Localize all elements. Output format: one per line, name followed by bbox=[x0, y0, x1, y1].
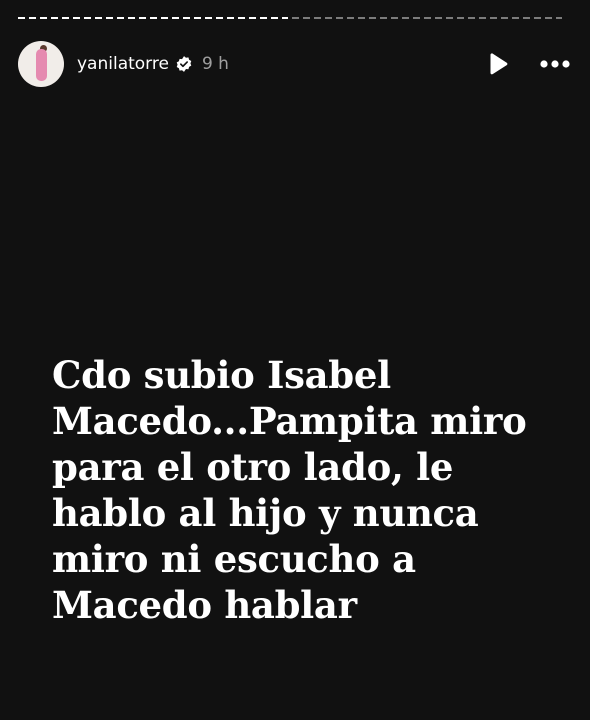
post-time: 9 h bbox=[201, 54, 229, 74]
avatar[interactable] bbox=[18, 41, 64, 87]
verified-badge-icon bbox=[176, 56, 192, 72]
username[interactable]: yanilatorre bbox=[77, 54, 169, 74]
progress-segment-viewed bbox=[18, 17, 288, 19]
progress-segment-upcoming bbox=[292, 17, 562, 19]
story-text: Cdo subio Isabel Macedo...Pampita miro p… bbox=[52, 353, 527, 627]
story-progress-bar bbox=[18, 17, 562, 19]
play-icon[interactable] bbox=[484, 51, 510, 77]
more-options-icon[interactable] bbox=[538, 51, 572, 77]
story-header: yanilatorre 9 h bbox=[18, 40, 572, 88]
